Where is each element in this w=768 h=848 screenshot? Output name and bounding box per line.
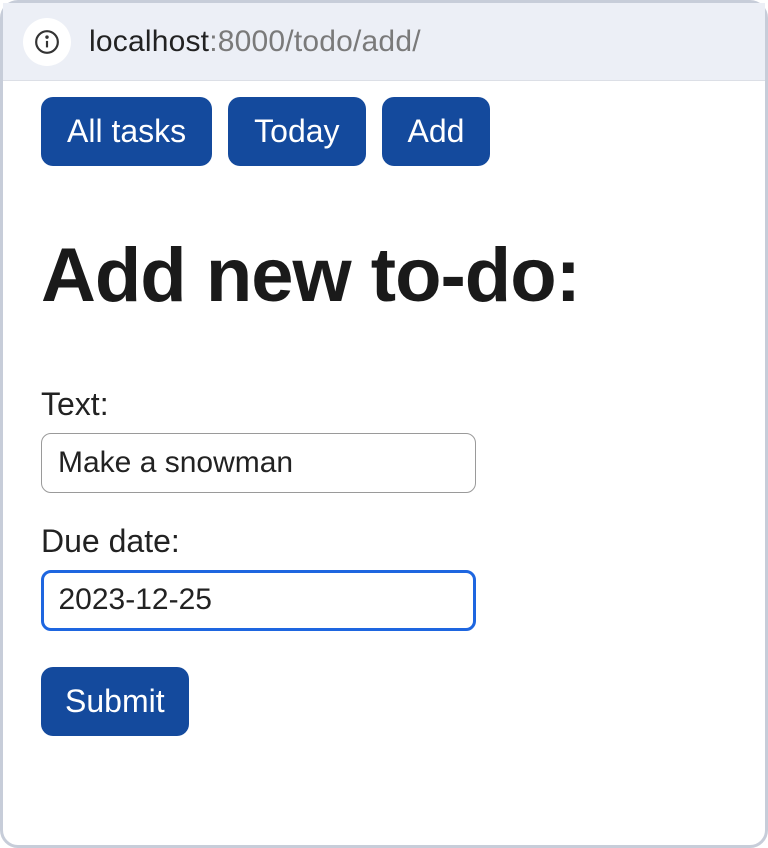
browser-address-bar: localhost:8000/todo/add/	[3, 3, 765, 81]
nav-bar: All tasks Today Add	[41, 97, 727, 166]
nav-today[interactable]: Today	[228, 97, 365, 166]
url-display[interactable]: localhost:8000/todo/add/	[89, 25, 421, 59]
submit-button[interactable]: Submit	[41, 667, 189, 736]
page-title: Add new to-do:	[41, 236, 727, 316]
due-date-input[interactable]	[41, 570, 476, 631]
page-content: All tasks Today Add Add new to-do: Text:…	[3, 81, 765, 736]
text-input[interactable]	[41, 433, 476, 493]
text-label: Text:	[41, 386, 727, 423]
url-host: localhost	[89, 25, 209, 58]
nav-all-tasks[interactable]: All tasks	[41, 97, 212, 166]
nav-add[interactable]: Add	[382, 97, 491, 166]
due-date-field: Due date:	[41, 523, 727, 631]
url-path: :8000/todo/add/	[209, 25, 421, 58]
text-field: Text:	[41, 386, 727, 493]
due-date-label: Due date:	[41, 523, 727, 560]
info-icon[interactable]	[23, 18, 71, 66]
